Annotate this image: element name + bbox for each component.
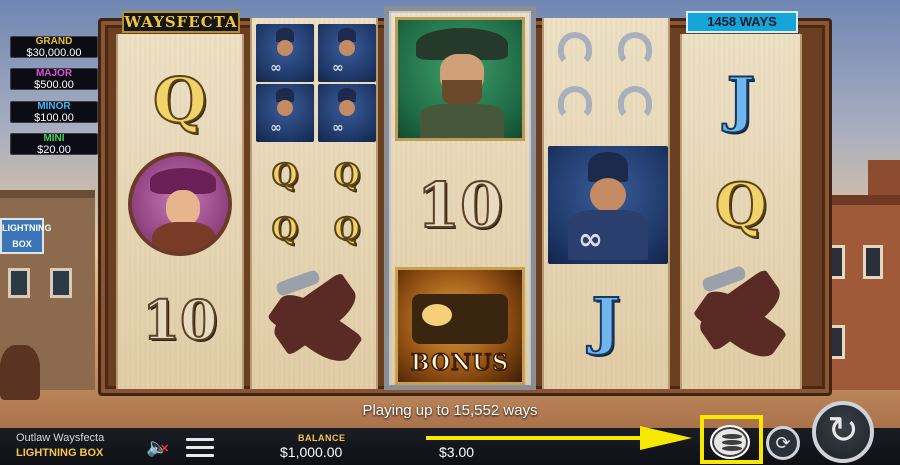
symbol-bonus-train: BONUS (395, 267, 525, 385)
balance-value: $1,000.00 (280, 444, 343, 460)
jackpot-mini: MINI $20.00 (10, 133, 98, 156)
symbol-q: Q (714, 170, 768, 242)
reel-2: ∞ ∞ ∞ ∞ Q Q Q Q (250, 18, 378, 389)
jackpot-grand-label: GRAND (35, 36, 73, 47)
symbol-q: Q (152, 63, 208, 138)
symbol-policeman-small: ∞ (256, 24, 314, 82)
hamburger-menu-icon[interactable] (186, 438, 214, 458)
symbol-j: J (726, 64, 756, 136)
symbol-policeman: ∞ (548, 146, 668, 264)
bonus-label: BONUS (410, 349, 510, 377)
symbol-ten: 10 (141, 287, 218, 353)
autoplay-icon[interactable]: ⟳ (766, 426, 800, 460)
symbol-guns-holster (684, 260, 798, 370)
ways-count-banner: 1458 WAYS (686, 11, 798, 33)
spin-icon[interactable]: ↻ (812, 401, 874, 463)
bet-value: $3.00 (439, 444, 475, 460)
game-name: Outlaw Waysfecta (16, 432, 105, 444)
reel-4: ∞ J (542, 18, 670, 389)
waysfecta-banner: WAYSFECTA (122, 11, 240, 33)
lightning-box-sign: LIGHTNING BOX (0, 218, 52, 254)
symbol-policeman-small: ∞ (256, 84, 314, 142)
symbol-q-small: Q (333, 157, 361, 194)
jackpot-major-amount: $500.00 (34, 79, 74, 91)
symbol-cowgirl (128, 152, 232, 256)
symbol-q-small: Q (333, 211, 361, 248)
symbol-q-small: Q (271, 211, 299, 248)
balance-label: BALANCE (298, 433, 346, 443)
symbol-policeman-small: ∞ (318, 84, 376, 142)
brand-logo-text: LIGHTNING BOX (16, 447, 104, 459)
jackpot-minor-label: MINOR (37, 101, 71, 112)
highlight-arrow-head (640, 426, 692, 450)
symbol-ten: 10 (416, 168, 504, 243)
symbol-q-small: Q (271, 157, 299, 194)
jackpot-major-label: MAJOR (35, 68, 73, 79)
jackpot-minor-amount: $100.00 (34, 112, 74, 124)
jackpot-grand-amount: $30,000.00 (26, 47, 82, 59)
jackpot-mini-label: MINI (43, 133, 65, 144)
highlight-box (700, 415, 763, 464)
highlight-arrow (426, 436, 646, 440)
brand-logo: LIGHTNING BOX (16, 447, 103, 459)
jackpot-minor: MINOR $100.00 (10, 101, 98, 124)
reel-3: 10 BONUS (384, 6, 536, 390)
symbol-j: J (590, 283, 621, 358)
horse-rider (0, 345, 40, 400)
symbol-guns-holster (256, 264, 376, 374)
symbol-outlaw (395, 17, 525, 141)
jackpot-grand: GRAND $30,000.00 (10, 36, 98, 59)
jackpot-mini-amount: $20.00 (37, 144, 71, 156)
symbol-policeman-small: ∞ (318, 24, 376, 82)
status-message: Playing up to 15,552 ways (362, 402, 538, 419)
reel-5: J Q (680, 34, 802, 389)
reel-1: Q 10 (116, 34, 244, 389)
jackpot-major: MAJOR $500.00 (10, 68, 98, 91)
speaker-muted-icon[interactable]: 🔈 ✕ (146, 436, 172, 458)
symbol-horseshoes (548, 26, 668, 146)
